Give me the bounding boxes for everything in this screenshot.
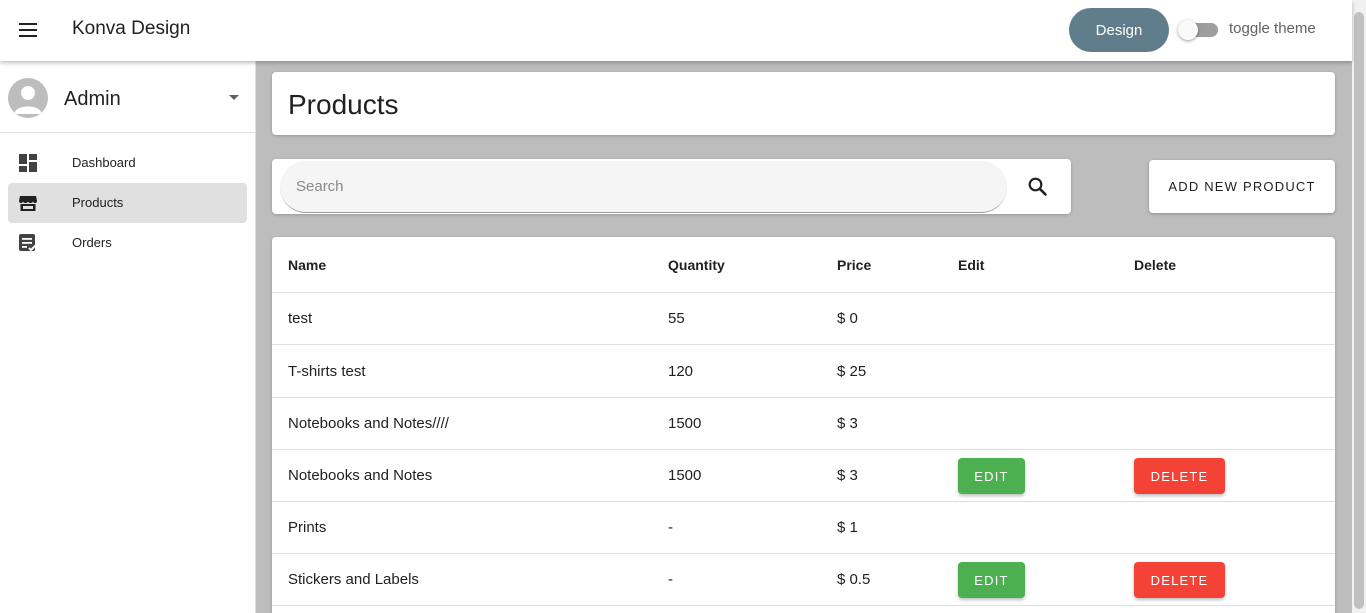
product-price: $ 3 [837, 467, 858, 484]
edit-button[interactable]: EDIT [958, 562, 1025, 598]
table-header-row: Name Quantity Price Edit Delete [272, 237, 1335, 293]
table-row: Notebooks and Notes 1500 $ 3 EDIT DELETE [272, 450, 1335, 502]
menu-icon[interactable] [12, 14, 44, 46]
table-row: Prints - $ 1 [272, 502, 1335, 554]
product-quantity: 1500 [668, 467, 702, 484]
search-icon[interactable] [1024, 173, 1052, 201]
column-header-price: Price [837, 257, 872, 273]
delete-button[interactable]: DELETE [1134, 458, 1225, 494]
dashboard-icon [18, 153, 38, 173]
table-row: T-shirts test 120 $ 25 [272, 346, 1335, 398]
product-price: $ 0.5 [837, 571, 871, 588]
theme-toggle-switch[interactable] [1178, 19, 1220, 41]
product-name: Notebooks and Notes [288, 467, 433, 484]
chevron-down-icon[interactable] [229, 95, 239, 100]
column-header-delete: Delete [1134, 257, 1177, 273]
product-name: test [288, 310, 313, 327]
page-title: Products [288, 89, 399, 120]
delete-button[interactable]: DELETE [1134, 562, 1225, 598]
app-title: Konva Design [72, 18, 191, 39]
product-name: Stickers and Labels [288, 571, 419, 588]
orders-checklist-icon [18, 233, 38, 253]
sidebar-item-products[interactable]: Products [8, 183, 247, 223]
table-row: test 55 $ 0 [272, 293, 1335, 345]
column-header-name: Name [288, 257, 327, 273]
user-name: Admin [64, 88, 121, 110]
search-bar [272, 159, 1071, 214]
design-button[interactable]: Design [1069, 8, 1169, 52]
column-header-quantity: Quantity [668, 257, 725, 273]
search-input[interactable] [280, 161, 1007, 213]
app-bar: Konva Design Design toggle theme [0, 0, 1352, 61]
storefront-icon [18, 193, 38, 213]
product-name: Notebooks and Notes//// [288, 415, 449, 432]
product-name: T-shirts test [288, 363, 366, 380]
sidebar-item-label: Dashboard [72, 155, 136, 170]
product-quantity: 55 [668, 310, 685, 327]
column-header-edit: Edit [958, 257, 985, 273]
scrollbar-thumb[interactable] [1354, 12, 1364, 609]
table-row: Notebooks and Notes//// 1500 $ 3 [272, 398, 1335, 450]
sidebar-item-dashboard[interactable]: Dashboard [8, 143, 247, 183]
product-quantity: 120 [668, 363, 694, 380]
toggle-theme-label: toggle theme [1229, 20, 1316, 37]
product-price: $ 3 [837, 415, 858, 432]
toggle-thumb [1178, 20, 1198, 40]
page-header-card: Products [272, 72, 1335, 135]
products-table: Name Quantity Price Edit Delete test 55 … [272, 237, 1335, 613]
add-new-product-button[interactable]: ADD NEW PRODUCT [1149, 160, 1335, 213]
product-quantity: 1500 [668, 415, 702, 432]
product-price: $ 1 [837, 519, 858, 536]
sidebar-item-label: Orders [72, 235, 112, 250]
avatar-icon [8, 78, 48, 118]
sidebar-item-orders[interactable]: Orders [8, 223, 247, 263]
sidebar: Admin Dashboard Products Orders [0, 61, 256, 613]
edit-button[interactable]: EDIT [958, 458, 1025, 494]
product-price: $ 0 [837, 310, 858, 327]
user-menu[interactable]: Admin [0, 61, 255, 133]
product-name: Prints [288, 519, 327, 536]
product-quantity: - [668, 571, 673, 588]
product-price: $ 25 [837, 363, 867, 380]
table-row: Stickers and Labels - $ 0.5 EDIT DELETE [272, 554, 1335, 606]
product-quantity: - [668, 519, 673, 536]
sidebar-item-label: Products [72, 195, 124, 210]
